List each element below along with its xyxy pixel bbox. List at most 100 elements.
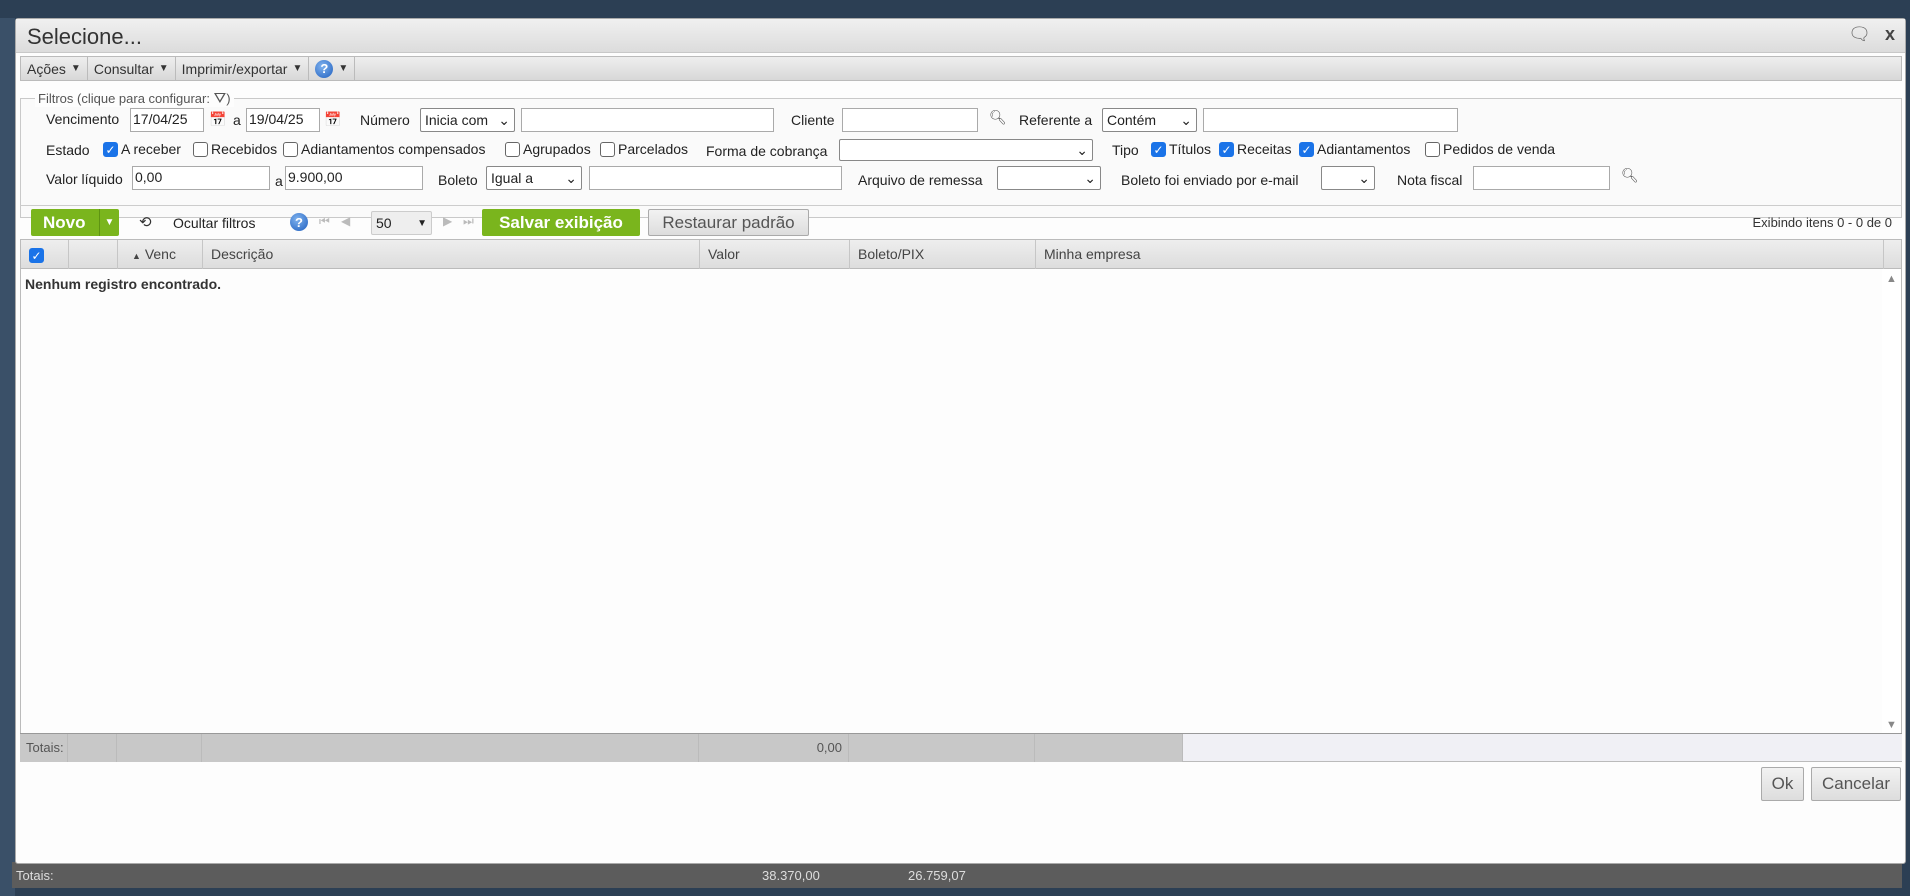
help-icon[interactable]: ? — [290, 213, 308, 231]
caret-down-icon: ▼ — [338, 63, 349, 74]
checkbox[interactable] — [600, 141, 615, 157]
boleto-operator-select[interactable]: Igual a ⌄ — [486, 166, 582, 190]
dialog-titlebar: Selecione... 🗨 x — [16, 19, 1905, 53]
filters-legend-end: ) — [226, 91, 231, 106]
totals-cell — [68, 734, 117, 762]
last-page-icon[interactable]: ⏭ — [463, 214, 474, 229]
column-descricao[interactable]: Descrição — [203, 240, 700, 269]
checkbox-label: Receitas — [1237, 141, 1292, 157]
vencimento-from-input[interactable]: 17/04/25 — [130, 108, 204, 132]
valor-liquido-from-input[interactable]: 0,00 — [132, 166, 270, 190]
background-total-2: 26.759,07 — [908, 868, 966, 883]
menu-label: Consultar — [93, 60, 154, 77]
totals-label: Totais: — [20, 734, 68, 762]
page-size-select[interactable]: 50 ▼ — [371, 211, 432, 235]
checkbox-label: Adiantamentos compensados — [301, 141, 486, 157]
tipo-receitas-checkbox[interactable]: ✓ Receitas — [1219, 141, 1291, 157]
new-dropdown-caret-icon[interactable]: ▼ — [99, 209, 119, 236]
nota-fiscal-input[interactable] — [1473, 166, 1610, 190]
cliente-input[interactable] — [842, 108, 978, 132]
referente-operator-select[interactable]: Contém ⌄ — [1102, 108, 1197, 132]
chevron-down-icon: ⌄ — [1180, 111, 1192, 128]
boleto-email-select[interactable]: ⌄ — [1321, 166, 1375, 190]
menu-acoes[interactable]: Ações ▼ — [21, 57, 88, 80]
menu-help[interactable]: ? ▼ — [309, 57, 356, 80]
column-minha-empresa[interactable]: Minha empresa — [1036, 240, 1884, 269]
search-icon[interactable]: 🔍︎ — [1621, 167, 1639, 184]
background-totals-label: Totais: — [16, 868, 54, 883]
menu-consultar[interactable]: Consultar ▼ — [88, 57, 176, 80]
next-page-icon[interactable]: ▶ — [443, 214, 452, 228]
estado-agrupados-checkbox[interactable]: Agrupados — [505, 141, 591, 157]
search-icon[interactable]: 🔍︎ — [989, 109, 1007, 126]
numero-operator-select[interactable]: Inicia com ⌄ — [420, 108, 515, 132]
nota-fiscal-label: Nota fiscal — [1397, 172, 1463, 188]
checkbox-checked[interactable]: ✓ — [1219, 141, 1234, 157]
results-grid: ✓ ▲ Venc Descrição Valor Boleto/PIX Minh… — [20, 239, 1902, 762]
scroll-down-icon[interactable]: ▼ — [1886, 719, 1897, 731]
estado-a-receber-checkbox[interactable]: ✓ A receber — [103, 141, 181, 157]
select-all-column[interactable]: ✓ — [21, 240, 69, 269]
filters-panel: Filtros (clique para configurar: ⛛) Venc… — [20, 90, 1902, 218]
tipo-pedidos-venda-checkbox[interactable]: Pedidos de venda — [1425, 141, 1555, 157]
checkbox[interactable] — [505, 141, 520, 157]
totals-cell — [1035, 734, 1183, 762]
cancel-button[interactable]: Cancelar — [1811, 767, 1901, 801]
checkbox[interactable] — [1425, 141, 1440, 157]
ok-button[interactable]: Ok — [1761, 767, 1804, 801]
vencimento-label: Vencimento — [46, 111, 120, 127]
column-venc[interactable]: ▲ Venc — [118, 240, 203, 269]
column-label: Venc — [144, 246, 176, 262]
refresh-icon[interactable]: ⟲ — [139, 213, 152, 231]
filters-legend[interactable]: Filtros (clique para configurar: ⛛) — [35, 90, 234, 107]
referente-input[interactable] — [1203, 108, 1458, 132]
previous-page-icon[interactable]: ◀ — [341, 214, 350, 228]
totals-cell — [202, 734, 699, 762]
filter-funnel-icon[interactable]: ⛛ — [214, 90, 227, 107]
tipo-adiantamentos-checkbox[interactable]: ✓ Adiantamentos — [1299, 141, 1410, 157]
hide-filters-button[interactable]: Ocultar filtros — [173, 215, 255, 231]
valor-liquido-to-input[interactable]: 9.900,00 — [285, 166, 423, 190]
chevron-down-icon: ⌄ — [1076, 141, 1088, 158]
estado-recebidos-checkbox[interactable]: Recebidos — [193, 141, 277, 157]
checkbox-checked[interactable]: ✓ — [103, 141, 118, 157]
select-value: Igual a — [491, 170, 534, 186]
menu-bar: Ações ▼ Consultar ▼ Imprimir/exportar ▼ ? ▼ — [20, 56, 1902, 81]
column-valor[interactable]: Valor — [700, 240, 850, 269]
chevron-down-icon: ⌄ — [1084, 169, 1096, 186]
vencimento-to-input[interactable]: 19/04/25 — [246, 108, 320, 132]
valor-liquido-sep: a — [275, 173, 283, 189]
arquivo-remessa-select[interactable]: ⌄ — [997, 166, 1101, 190]
caret-down-icon: ▼ — [417, 217, 427, 229]
scroll-up-icon[interactable]: ▲ — [1886, 273, 1897, 285]
calendar-icon[interactable]: 📅 — [324, 111, 341, 128]
vencimento-sep: a — [233, 112, 241, 128]
menu-label: Ações — [27, 60, 66, 77]
help-icon: ? — [315, 59, 334, 78]
estado-adiantamentos-compensados-checkbox[interactable]: Adiantamentos compensados — [283, 141, 485, 157]
boleto-input[interactable] — [589, 166, 842, 190]
referente-label: Referente a — [1019, 112, 1093, 128]
column-boleto-pix[interactable]: Boleto/PIX — [850, 240, 1036, 269]
first-page-icon[interactable]: ⏮ — [319, 214, 330, 229]
checkbox-checked[interactable]: ✓ — [1299, 141, 1314, 157]
vertical-scrollbar[interactable]: ▲ ▼ — [1882, 269, 1901, 733]
checkbox[interactable] — [283, 141, 298, 157]
tipo-titulos-checkbox[interactable]: ✓ Títulos — [1151, 141, 1211, 157]
save-view-button[interactable]: Salvar exibição — [482, 209, 640, 236]
close-button[interactable]: x — [1885, 24, 1895, 45]
estado-parcelados-checkbox[interactable]: Parcelados — [600, 141, 688, 157]
boleto-email-label: Boleto foi enviado por e-mail — [1121, 172, 1299, 188]
totals-cell — [849, 734, 1035, 762]
forma-cobranca-select[interactable]: ⌄ — [839, 139, 1093, 161]
menu-imprimir-exportar[interactable]: Imprimir/exportar ▼ — [176, 57, 310, 80]
totals-valor: 0,00 — [699, 734, 849, 762]
numero-input[interactable] — [521, 108, 774, 132]
select-all-checkbox[interactable]: ✓ — [29, 247, 44, 263]
checkbox-checked[interactable]: ✓ — [1151, 141, 1166, 157]
restore-default-button[interactable]: Restaurar padrão — [648, 209, 809, 236]
checkbox[interactable] — [193, 141, 208, 157]
empty-message: Nenhum registro encontrado. — [25, 276, 222, 292]
speech-bubble-icon[interactable]: 🗨 — [1848, 24, 1871, 45]
calendar-icon[interactable]: 📅 — [209, 111, 226, 128]
